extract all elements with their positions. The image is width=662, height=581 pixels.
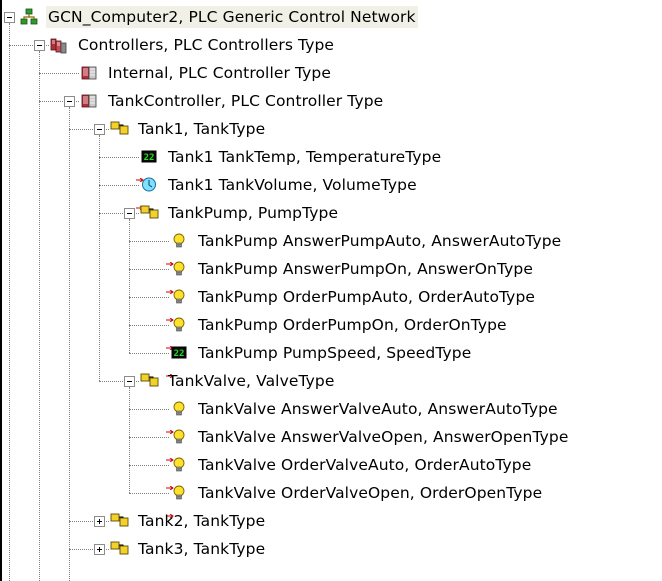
link-arrow-icon bbox=[166, 334, 174, 351]
tree-node-label[interactable]: Tank1 TankVolume, VolumeType bbox=[166, 174, 419, 196]
lightbulb-icon bbox=[170, 484, 188, 502]
link-arrow-icon bbox=[166, 502, 174, 519]
tree-connector-vertical bbox=[129, 219, 130, 353]
tree-node-label[interactable]: TankPump, PumpType bbox=[166, 202, 340, 224]
collapse-button[interactable] bbox=[124, 208, 135, 219]
collapse-button[interactable] bbox=[34, 40, 45, 51]
tree-connector-vertical bbox=[99, 135, 100, 381]
volume-icon bbox=[140, 176, 158, 194]
link-arrow-icon bbox=[166, 446, 174, 463]
plc-controller-icon bbox=[80, 64, 98, 82]
tree-connector-horizontal bbox=[129, 409, 169, 410]
tree-node-label[interactable]: TankController, PLC Controller Type bbox=[106, 90, 385, 112]
lightbulb-icon bbox=[170, 288, 188, 306]
link-arrow-icon bbox=[166, 306, 174, 323]
plc-controller-icon bbox=[80, 92, 98, 110]
tree-node-label[interactable]: TankPump OrderPumpOn, OrderOnType bbox=[196, 314, 509, 336]
tree-connector-horizontal bbox=[129, 437, 169, 438]
link-arrow-icon bbox=[166, 418, 174, 435]
link-arrow-icon bbox=[136, 166, 144, 183]
tree-node-label[interactable]: TankPump OrderPumpAuto, OrderAutoType bbox=[196, 286, 537, 308]
tree-node-label[interactable]: Tank3, TankType bbox=[136, 538, 267, 560]
object-folder-icon bbox=[110, 512, 129, 530]
object-tree-view[interactable]: GCN_Computer2, PLC Generic Control Netwo… bbox=[0, 0, 662, 581]
tree-node-label[interactable]: Tank1, TankType bbox=[136, 118, 267, 140]
collapse-button[interactable] bbox=[124, 376, 135, 387]
link-arrow-icon bbox=[136, 194, 144, 211]
numeric-value-icon: 22 bbox=[170, 344, 188, 362]
tree-connector-horizontal bbox=[39, 73, 79, 74]
tree-guide-line bbox=[9, 23, 10, 581]
network-icon bbox=[20, 8, 38, 26]
numeric-value-icon: 22 bbox=[140, 148, 158, 166]
tree-node-label[interactable]: TankValve AnswerValveAuto, AnswerAutoTyp… bbox=[196, 398, 560, 420]
tree-connector-horizontal bbox=[129, 241, 169, 242]
object-folder-icon bbox=[110, 540, 129, 558]
tree-node-label[interactable]: Internal, PLC Controller Type bbox=[106, 62, 333, 84]
tree-connector-horizontal bbox=[129, 297, 169, 298]
tree-node-label[interactable]: Tank2, TankType bbox=[136, 510, 267, 532]
tree-connector-horizontal bbox=[129, 325, 169, 326]
tree-node-label[interactable]: TankValve, ValveType bbox=[166, 370, 336, 392]
tree-connector-horizontal bbox=[99, 185, 139, 186]
collapse-button[interactable] bbox=[4, 12, 15, 23]
tree-node-label[interactable]: TankPump AnswerPumpAuto, AnswerAutoType bbox=[196, 230, 563, 252]
tree-left-border bbox=[0, 0, 2, 581]
tree-node-label[interactable]: TankValve AnswerValveOpen, AnswerOpenTyp… bbox=[196, 426, 570, 448]
tree-connector-vertical bbox=[129, 387, 130, 493]
link-arrow-icon bbox=[166, 278, 174, 295]
tree-connector-horizontal bbox=[129, 269, 169, 270]
collapse-button[interactable] bbox=[94, 124, 105, 135]
expand-button[interactable] bbox=[94, 516, 105, 527]
expand-button[interactable] bbox=[94, 544, 105, 555]
tree-node-label[interactable]: GCN_Computer2, PLC Generic Control Netwo… bbox=[46, 6, 418, 28]
tree-connector-horizontal bbox=[129, 353, 169, 354]
object-folder-icon bbox=[140, 372, 159, 390]
lightbulb-icon bbox=[170, 400, 188, 418]
link-arrow-icon bbox=[166, 474, 174, 491]
tree-guide-line bbox=[39, 51, 40, 581]
lightbulb-icon bbox=[170, 456, 188, 474]
tree-node-label[interactable]: Tank1 TankTemp, TemperatureType bbox=[166, 146, 443, 168]
tree-node-label[interactable]: TankValve OrderValveOpen, OrderOpenType bbox=[196, 482, 544, 504]
tree-node-label[interactable]: TankPump AnswerPumpOn, AnswerOnType bbox=[196, 258, 535, 280]
tree-connector-horizontal bbox=[129, 465, 169, 466]
controllers-folder-icon bbox=[50, 36, 68, 54]
tree-connector-horizontal bbox=[129, 493, 169, 494]
collapse-button[interactable] bbox=[64, 96, 75, 107]
tree-node-label[interactable]: Controllers, PLC Controllers Type bbox=[76, 34, 336, 56]
tree-connector-horizontal bbox=[99, 157, 139, 158]
link-arrow-icon bbox=[166, 362, 174, 379]
object-folder-icon bbox=[110, 120, 129, 138]
svg-text:22: 22 bbox=[174, 349, 185, 359]
lightbulb-icon bbox=[170, 428, 188, 446]
link-arrow-icon bbox=[166, 250, 174, 267]
lightbulb-icon bbox=[170, 260, 188, 278]
lightbulb-icon bbox=[170, 316, 188, 334]
tree-node-label[interactable]: TankValve OrderValveAuto, OrderAutoType bbox=[196, 454, 533, 476]
svg-text:22: 22 bbox=[144, 153, 155, 163]
tree-guide-line bbox=[69, 107, 70, 581]
object-folder-icon bbox=[140, 204, 159, 222]
tree-node-label[interactable]: TankPump PumpSpeed, SpeedType bbox=[196, 342, 473, 364]
lightbulb-icon bbox=[170, 232, 188, 250]
